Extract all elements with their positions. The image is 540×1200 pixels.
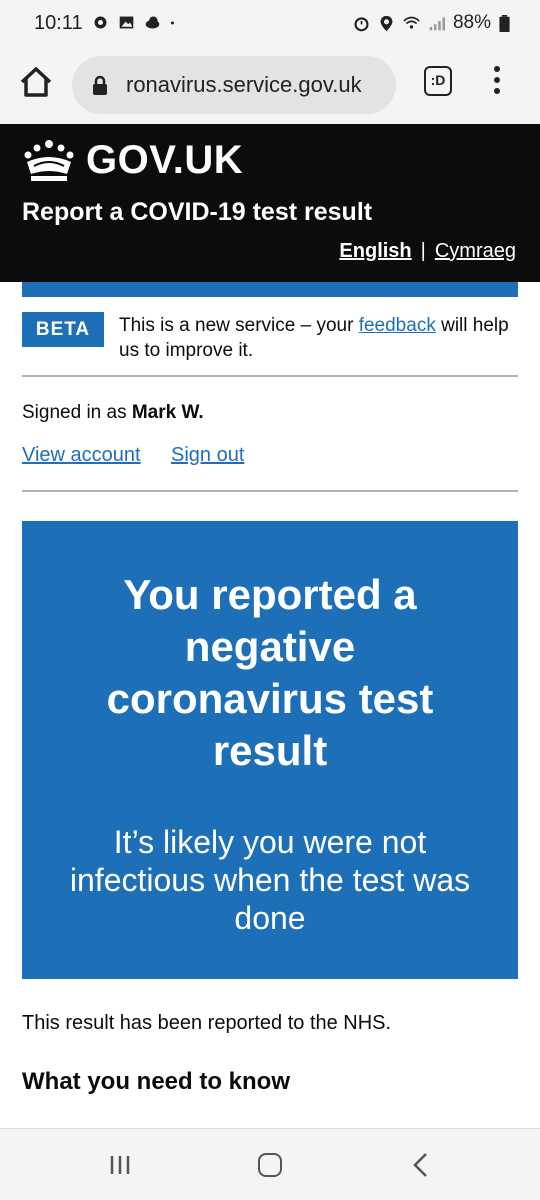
home-nav-icon[interactable] [258,1153,282,1177]
govuk-header: GOV.UK Report a COVID-19 test result Eng… [0,124,540,282]
divider [22,375,518,377]
status-left-icons [92,14,180,31]
confirmation-panel: You reported a negative coronavirus test… [22,521,518,979]
lang-separator: | [420,240,426,262]
status-bar: 10:11 88% [0,0,540,48]
signed-in-prefix: Signed in as [22,402,132,423]
panel-body: It’s likely you were not infectious when… [69,824,471,936]
status-right-icons: 88% [353,12,510,34]
battery-percent: 88% [452,12,491,33]
service-name[interactable]: Report a COVID-19 test result [22,198,372,227]
view-account-link[interactable]: View account [22,444,141,467]
header-blue-underline [22,282,518,297]
beta-text-before: This is a new service – your [119,315,359,336]
location-icon [380,15,393,31]
language-switcher: English | Cymraeg [339,240,516,263]
lock-icon [93,75,107,95]
system-nav-bar [0,1128,540,1200]
dot-icon [171,21,174,25]
alarm-icon [354,16,369,31]
panel-title: You reported a negative coronavirus test… [106,571,434,774]
overflow-menu-icon[interactable] [492,66,502,100]
gear-notification-icon [94,16,107,29]
status-time: 10:11 [34,12,83,34]
recents-icon[interactable] [108,1153,132,1177]
url-text: ronavirus.service.gov.uk [126,72,362,97]
address-bar[interactable]: ronavirus.service.gov.uk [72,56,396,114]
user-name: Mark W. [131,402,204,423]
signed-in-text: Signed in as Mark W. [22,402,204,424]
signal-icon [429,17,445,30]
feedback-link[interactable]: feedback [359,315,436,336]
browser-toolbar: ronavirus.service.gov.uk :D [0,48,540,124]
govuk-logo-text[interactable]: GOV.UK [86,138,243,183]
cloud-icon [145,16,160,29]
battery-icon [499,14,510,32]
home-icon[interactable] [18,64,54,100]
lang-welsh-link[interactable]: Cymraeg [435,240,516,263]
lang-english-link[interactable]: English [339,240,411,263]
crown-logo-icon[interactable] [22,138,76,182]
wifi-icon [403,16,420,29]
back-icon[interactable] [410,1151,430,1179]
beta-tag: BETA [22,312,104,347]
what-you-need-to-know-heading: What you need to know [22,1068,290,1095]
reported-text: This result has been reported to the NHS… [22,1012,392,1034]
image-icon [119,16,134,29]
beta-banner-text: This is a new service – your feedback wi… [119,313,519,363]
tabs-button[interactable]: :D [424,66,452,96]
sign-out-link[interactable]: Sign out [171,444,244,467]
divider [22,490,518,492]
